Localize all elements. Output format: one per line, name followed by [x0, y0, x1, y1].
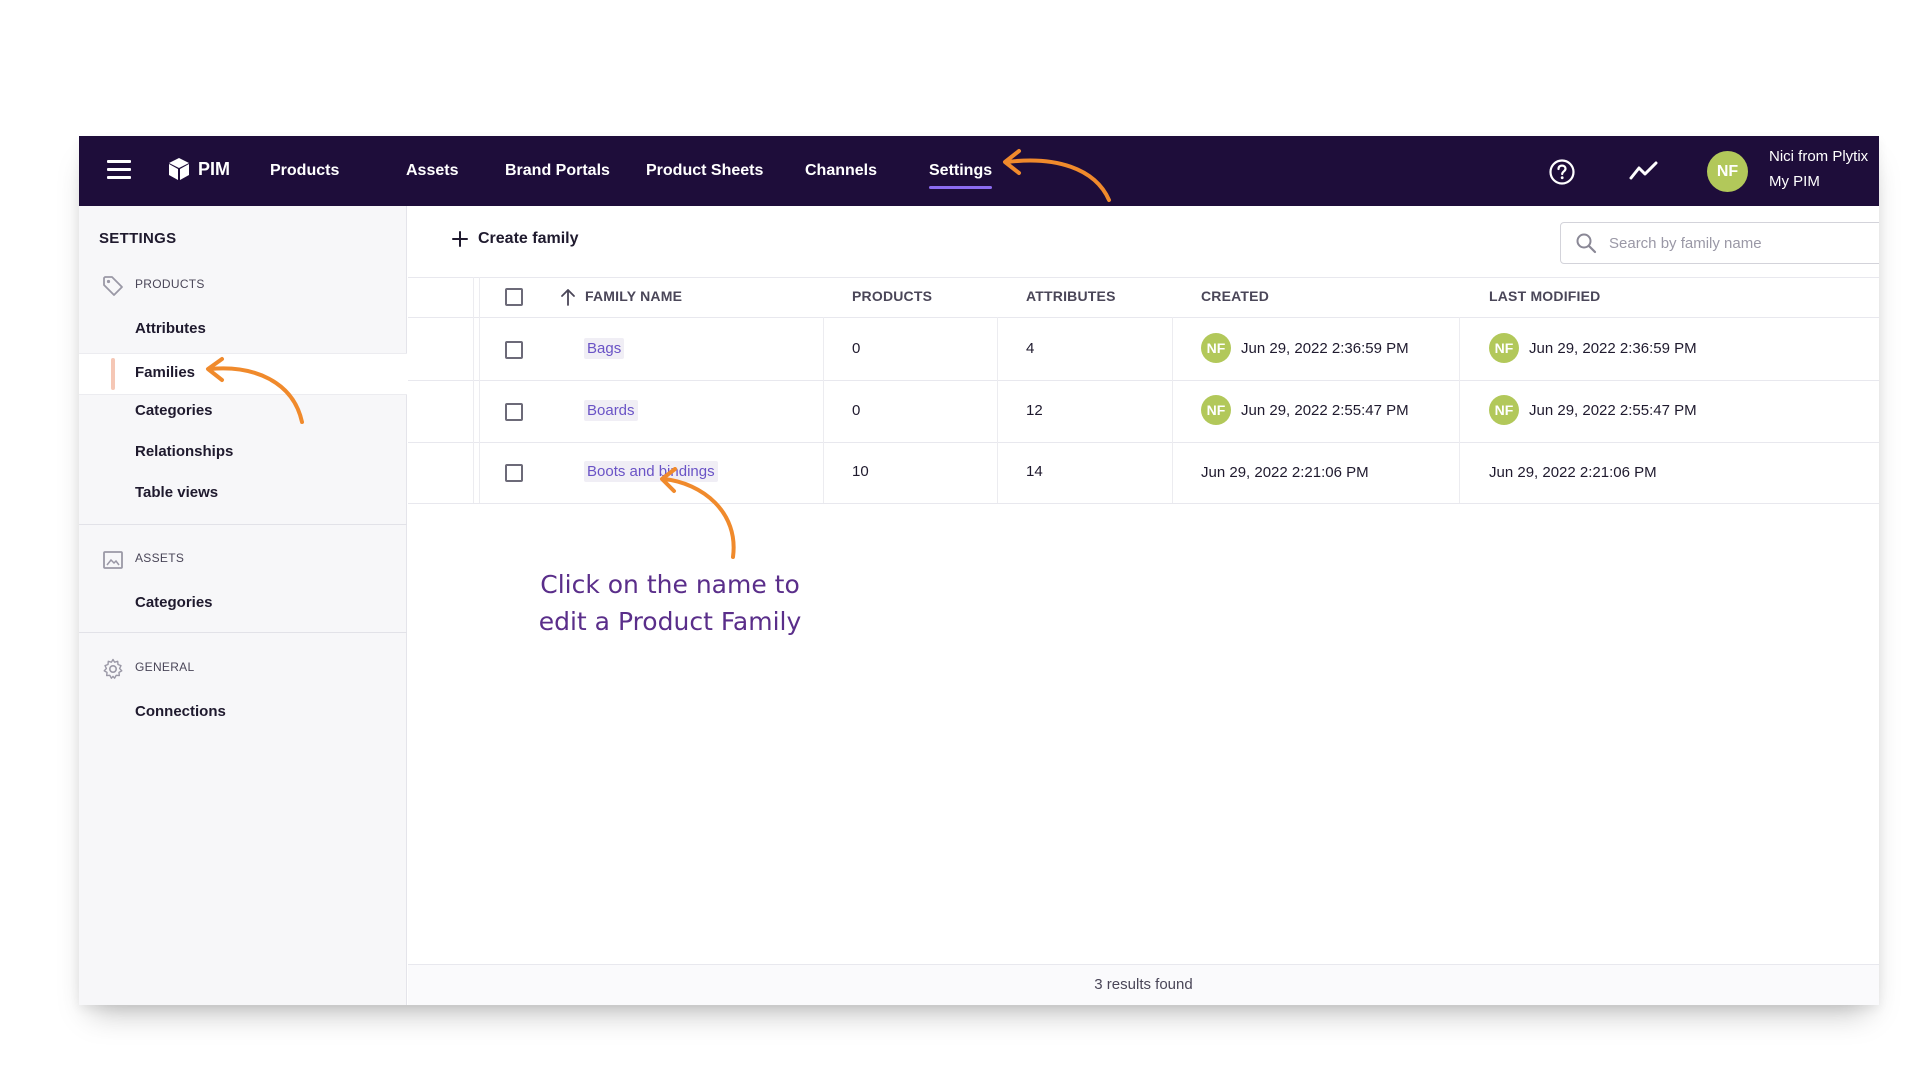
sidebar-item-families[interactable]: Families: [135, 364, 195, 381]
user-avatar[interactable]: NF: [1707, 151, 1748, 192]
annotation-line: Click on the name to: [540, 570, 800, 599]
modifier-avatar: NF: [1489, 333, 1519, 363]
search-input[interactable]: [1609, 234, 1859, 252]
sidebar-title: SETTINGS: [99, 230, 177, 247]
table-border: [408, 277, 1879, 278]
column-separator: [473, 277, 474, 503]
column-header-family-name[interactable]: FAMILY NAME: [585, 288, 682, 304]
nav-products[interactable]: Products: [270, 160, 339, 182]
app-window: PIM Products Assets Brand Portals Produc…: [79, 136, 1879, 1005]
modified-cell: NF Jun 29, 2022 2:36:59 PM: [1489, 333, 1697, 363]
tag-icon: [103, 276, 123, 296]
sort-ascending-icon[interactable]: [560, 288, 576, 306]
sidebar-divider: [79, 524, 407, 525]
attributes-count: 4: [1026, 340, 1035, 357]
search-icon: [1576, 233, 1597, 254]
created-date: Jun 29, 2022 2:55:47 PM: [1241, 401, 1409, 419]
section-products-label: PRODUCTS: [135, 277, 205, 291]
cube-icon: [169, 158, 189, 180]
created-date: Jun 29, 2022 2:36:59 PM: [1241, 339, 1409, 357]
row-border: [408, 380, 1879, 381]
annotation-note: Click on the name to edit a Product Fami…: [510, 566, 830, 640]
section-assets-label: ASSETS: [135, 551, 185, 565]
created-date: Jun 29, 2022 2:21:06 PM: [1201, 464, 1369, 481]
column-separator: [479, 277, 480, 503]
select-all-checkbox[interactable]: [505, 288, 523, 306]
modified-cell: NF Jun 29, 2022 2:55:47 PM: [1489, 395, 1697, 425]
arrow-to-family-name-icon: [660, 467, 736, 559]
column-separator: [997, 317, 998, 503]
create-family-button[interactable]: Create family: [452, 230, 579, 248]
sidebar-item-table-views[interactable]: Table views: [135, 484, 218, 501]
sidebar-item-relationships[interactable]: Relationships: [135, 443, 233, 460]
arrow-to-settings-icon: [1003, 149, 1111, 202]
app-logo[interactable]: PIM: [168, 157, 230, 181]
column-header-attributes[interactable]: ATTRIBUTES: [1026, 288, 1116, 304]
menu-icon[interactable]: [107, 160, 131, 182]
column-header-last-modified[interactable]: LAST MODIFIED: [1489, 288, 1600, 304]
nav-product-sheets[interactable]: Product Sheets: [646, 160, 763, 182]
column-header-products[interactable]: PRODUCTS: [852, 288, 932, 304]
arrow-to-families-icon: [206, 357, 304, 424]
column-separator: [823, 317, 824, 503]
annotation-line: edit a Product Family: [538, 607, 802, 636]
column-separator: [1459, 317, 1460, 503]
column-separator: [1172, 317, 1173, 503]
sidebar-item-asset-categories[interactable]: Categories: [135, 594, 213, 611]
family-name-link[interactable]: Boards: [584, 400, 638, 421]
sidebar-divider: [79, 632, 407, 633]
plus-icon: [452, 231, 468, 247]
sidebar-item-attributes[interactable]: Attributes: [135, 320, 206, 337]
row-checkbox[interactable]: [505, 341, 523, 359]
table-header-border: [408, 317, 1879, 318]
user-name[interactable]: Nici from Plytix: [1769, 148, 1868, 165]
modifier-avatar: NF: [1489, 395, 1519, 425]
image-icon: [103, 551, 123, 569]
app-name: PIM: [198, 158, 231, 179]
results-count: 3 results found: [1094, 976, 1193, 993]
search-field[interactable]: [1560, 222, 1879, 264]
top-nav: PIM Products Assets Brand Portals Produc…: [79, 136, 1879, 206]
created-cell: NF Jun 29, 2022 2:36:59 PM: [1201, 333, 1409, 363]
attributes-count: 12: [1026, 402, 1043, 419]
creator-avatar: NF: [1201, 333, 1231, 363]
gear-icon: [103, 658, 123, 679]
row-checkbox[interactable]: [505, 464, 523, 482]
family-name-link[interactable]: Bags: [584, 338, 625, 359]
created-cell: NF Jun 29, 2022 2:55:47 PM: [1201, 395, 1409, 425]
section-general-label: GENERAL: [135, 660, 195, 674]
modified-date: Jun 29, 2022 2:55:47 PM: [1529, 401, 1697, 419]
activity-icon[interactable]: [1629, 159, 1659, 183]
row-border: [408, 503, 1879, 504]
column-header-created[interactable]: CREATED: [1201, 288, 1269, 304]
modified-date: Jun 29, 2022 2:21:06 PM: [1489, 464, 1657, 481]
settings-sidebar: SETTINGS PRODUCTS Attributes Families Ca…: [79, 206, 407, 1005]
row-checkbox[interactable]: [505, 403, 523, 421]
attributes-count: 14: [1026, 463, 1043, 480]
modified-date: Jun 29, 2022 2:36:59 PM: [1529, 339, 1697, 357]
sidebar-item-connections[interactable]: Connections: [135, 703, 226, 720]
row-border: [408, 442, 1879, 443]
creator-avatar: NF: [1201, 395, 1231, 425]
help-icon[interactable]: [1548, 158, 1576, 186]
nav-settings[interactable]: Settings: [929, 160, 993, 189]
products-count: 0: [852, 340, 861, 357]
nav-assets[interactable]: Assets: [406, 160, 458, 182]
products-count: 10: [852, 463, 869, 480]
create-family-label: Create family: [478, 230, 579, 247]
user-org[interactable]: My PIM: [1769, 173, 1820, 190]
nav-brand-portals[interactable]: Brand Portals: [505, 160, 610, 182]
nav-channels[interactable]: Channels: [805, 160, 877, 182]
products-count: 0: [852, 402, 861, 419]
active-item-indicator: [111, 358, 115, 390]
